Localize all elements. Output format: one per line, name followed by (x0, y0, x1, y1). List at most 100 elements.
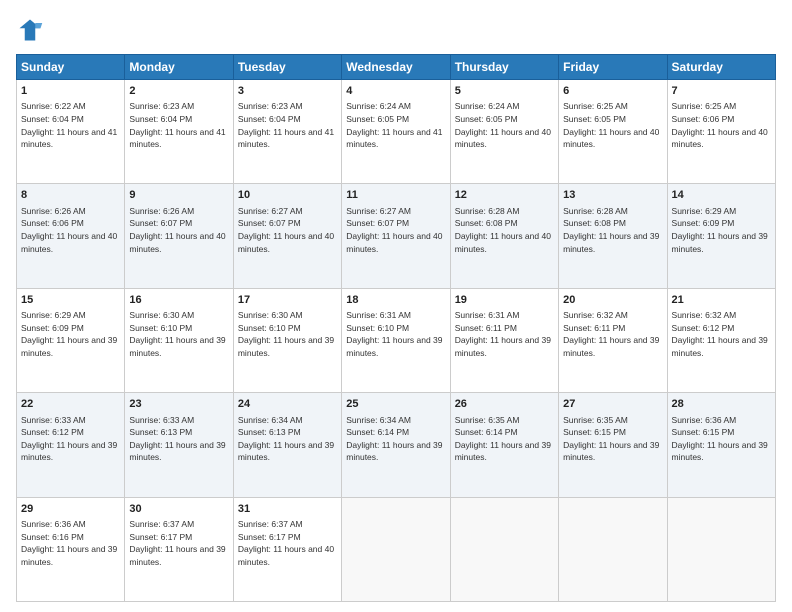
day-info: Sunrise: 6:26 AMSunset: 6:06 PMDaylight:… (21, 206, 117, 254)
day-number: 6 (563, 84, 662, 99)
day-number: 13 (563, 188, 662, 203)
day-number: 10 (238, 188, 337, 203)
calendar-cell: 25 Sunrise: 6:34 AMSunset: 6:14 PMDaylig… (342, 393, 450, 497)
calendar-cell (342, 497, 450, 601)
day-number: 18 (346, 293, 445, 308)
calendar-cell: 30 Sunrise: 6:37 AMSunset: 6:17 PMDaylig… (125, 497, 233, 601)
week-row-4: 22 Sunrise: 6:33 AMSunset: 6:12 PMDaylig… (17, 393, 776, 497)
day-info: Sunrise: 6:27 AMSunset: 6:07 PMDaylight:… (238, 206, 334, 254)
day-info: Sunrise: 6:32 AMSunset: 6:12 PMDaylight:… (672, 310, 768, 358)
calendar-cell: 11 Sunrise: 6:27 AMSunset: 6:07 PMDaylig… (342, 184, 450, 288)
day-info: Sunrise: 6:28 AMSunset: 6:08 PMDaylight:… (455, 206, 551, 254)
calendar-cell: 9 Sunrise: 6:26 AMSunset: 6:07 PMDayligh… (125, 184, 233, 288)
calendar-cell: 6 Sunrise: 6:25 AMSunset: 6:05 PMDayligh… (559, 80, 667, 184)
calendar-cell: 1 Sunrise: 6:22 AMSunset: 6:04 PMDayligh… (17, 80, 125, 184)
calendar-cell: 15 Sunrise: 6:29 AMSunset: 6:09 PMDaylig… (17, 288, 125, 392)
day-number: 26 (455, 397, 554, 412)
day-number: 12 (455, 188, 554, 203)
calendar-cell: 10 Sunrise: 6:27 AMSunset: 6:07 PMDaylig… (233, 184, 341, 288)
calendar-cell: 19 Sunrise: 6:31 AMSunset: 6:11 PMDaylig… (450, 288, 558, 392)
day-info: Sunrise: 6:23 AMSunset: 6:04 PMDaylight:… (129, 101, 225, 149)
day-header-thursday: Thursday (450, 55, 558, 80)
day-header-saturday: Saturday (667, 55, 775, 80)
calendar-cell: 22 Sunrise: 6:33 AMSunset: 6:12 PMDaylig… (17, 393, 125, 497)
day-info: Sunrise: 6:32 AMSunset: 6:11 PMDaylight:… (563, 310, 659, 358)
day-header-monday: Monday (125, 55, 233, 80)
day-info: Sunrise: 6:25 AMSunset: 6:06 PMDaylight:… (672, 101, 768, 149)
header-row: SundayMondayTuesdayWednesdayThursdayFrid… (17, 55, 776, 80)
day-info: Sunrise: 6:30 AMSunset: 6:10 PMDaylight:… (129, 310, 225, 358)
calendar-cell: 18 Sunrise: 6:31 AMSunset: 6:10 PMDaylig… (342, 288, 450, 392)
calendar-cell: 3 Sunrise: 6:23 AMSunset: 6:04 PMDayligh… (233, 80, 341, 184)
day-info: Sunrise: 6:23 AMSunset: 6:04 PMDaylight:… (238, 101, 334, 149)
logo (16, 16, 48, 44)
day-info: Sunrise: 6:35 AMSunset: 6:14 PMDaylight:… (455, 415, 551, 463)
calendar-cell: 7 Sunrise: 6:25 AMSunset: 6:06 PMDayligh… (667, 80, 775, 184)
calendar-cell: 26 Sunrise: 6:35 AMSunset: 6:14 PMDaylig… (450, 393, 558, 497)
calendar-cell: 24 Sunrise: 6:34 AMSunset: 6:13 PMDaylig… (233, 393, 341, 497)
day-number: 23 (129, 397, 228, 412)
day-number: 22 (21, 397, 120, 412)
calendar-cell: 14 Sunrise: 6:29 AMSunset: 6:09 PMDaylig… (667, 184, 775, 288)
calendar-cell (667, 497, 775, 601)
calendar-cell: 27 Sunrise: 6:35 AMSunset: 6:15 PMDaylig… (559, 393, 667, 497)
calendar-cell: 5 Sunrise: 6:24 AMSunset: 6:05 PMDayligh… (450, 80, 558, 184)
calendar-cell (559, 497, 667, 601)
day-number: 30 (129, 502, 228, 517)
calendar-cell: 13 Sunrise: 6:28 AMSunset: 6:08 PMDaylig… (559, 184, 667, 288)
day-number: 9 (129, 188, 228, 203)
calendar-cell: 21 Sunrise: 6:32 AMSunset: 6:12 PMDaylig… (667, 288, 775, 392)
day-info: Sunrise: 6:28 AMSunset: 6:08 PMDaylight:… (563, 206, 659, 254)
calendar-cell (450, 497, 558, 601)
day-number: 29 (21, 502, 120, 517)
week-row-1: 1 Sunrise: 6:22 AMSunset: 6:04 PMDayligh… (17, 80, 776, 184)
day-number: 5 (455, 84, 554, 99)
day-number: 14 (672, 188, 771, 203)
day-number: 21 (672, 293, 771, 308)
day-info: Sunrise: 6:26 AMSunset: 6:07 PMDaylight:… (129, 206, 225, 254)
day-info: Sunrise: 6:22 AMSunset: 6:04 PMDaylight:… (21, 101, 117, 149)
day-number: 4 (346, 84, 445, 99)
day-info: Sunrise: 6:24 AMSunset: 6:05 PMDaylight:… (346, 101, 442, 149)
day-info: Sunrise: 6:36 AMSunset: 6:16 PMDaylight:… (21, 519, 117, 567)
week-row-3: 15 Sunrise: 6:29 AMSunset: 6:09 PMDaylig… (17, 288, 776, 392)
calendar-cell: 28 Sunrise: 6:36 AMSunset: 6:15 PMDaylig… (667, 393, 775, 497)
day-number: 16 (129, 293, 228, 308)
day-info: Sunrise: 6:37 AMSunset: 6:17 PMDaylight:… (238, 519, 334, 567)
day-info: Sunrise: 6:37 AMSunset: 6:17 PMDaylight:… (129, 519, 225, 567)
day-info: Sunrise: 6:29 AMSunset: 6:09 PMDaylight:… (21, 310, 117, 358)
week-row-5: 29 Sunrise: 6:36 AMSunset: 6:16 PMDaylig… (17, 497, 776, 601)
calendar-cell: 23 Sunrise: 6:33 AMSunset: 6:13 PMDaylig… (125, 393, 233, 497)
day-header-wednesday: Wednesday (342, 55, 450, 80)
calendar-cell: 8 Sunrise: 6:26 AMSunset: 6:06 PMDayligh… (17, 184, 125, 288)
calendar-cell: 16 Sunrise: 6:30 AMSunset: 6:10 PMDaylig… (125, 288, 233, 392)
calendar-cell: 2 Sunrise: 6:23 AMSunset: 6:04 PMDayligh… (125, 80, 233, 184)
day-number: 1 (21, 84, 120, 99)
day-number: 19 (455, 293, 554, 308)
day-info: Sunrise: 6:34 AMSunset: 6:13 PMDaylight:… (238, 415, 334, 463)
page: SundayMondayTuesdayWednesdayThursdayFrid… (0, 0, 792, 612)
day-header-tuesday: Tuesday (233, 55, 341, 80)
day-info: Sunrise: 6:31 AMSunset: 6:10 PMDaylight:… (346, 310, 442, 358)
day-info: Sunrise: 6:34 AMSunset: 6:14 PMDaylight:… (346, 415, 442, 463)
day-info: Sunrise: 6:33 AMSunset: 6:13 PMDaylight:… (129, 415, 225, 463)
day-number: 8 (21, 188, 120, 203)
day-info: Sunrise: 6:36 AMSunset: 6:15 PMDaylight:… (672, 415, 768, 463)
calendar-cell: 12 Sunrise: 6:28 AMSunset: 6:08 PMDaylig… (450, 184, 558, 288)
day-number: 24 (238, 397, 337, 412)
calendar-cell: 20 Sunrise: 6:32 AMSunset: 6:11 PMDaylig… (559, 288, 667, 392)
day-number: 2 (129, 84, 228, 99)
day-header-sunday: Sunday (17, 55, 125, 80)
day-info: Sunrise: 6:31 AMSunset: 6:11 PMDaylight:… (455, 310, 551, 358)
day-header-friday: Friday (559, 55, 667, 80)
calendar-cell: 17 Sunrise: 6:30 AMSunset: 6:10 PMDaylig… (233, 288, 341, 392)
day-number: 15 (21, 293, 120, 308)
day-info: Sunrise: 6:30 AMSunset: 6:10 PMDaylight:… (238, 310, 334, 358)
logo-icon (16, 16, 44, 44)
calendar-table: SundayMondayTuesdayWednesdayThursdayFrid… (16, 54, 776, 602)
calendar-cell: 4 Sunrise: 6:24 AMSunset: 6:05 PMDayligh… (342, 80, 450, 184)
calendar-cell: 31 Sunrise: 6:37 AMSunset: 6:17 PMDaylig… (233, 497, 341, 601)
day-number: 3 (238, 84, 337, 99)
day-info: Sunrise: 6:29 AMSunset: 6:09 PMDaylight:… (672, 206, 768, 254)
day-info: Sunrise: 6:27 AMSunset: 6:07 PMDaylight:… (346, 206, 442, 254)
